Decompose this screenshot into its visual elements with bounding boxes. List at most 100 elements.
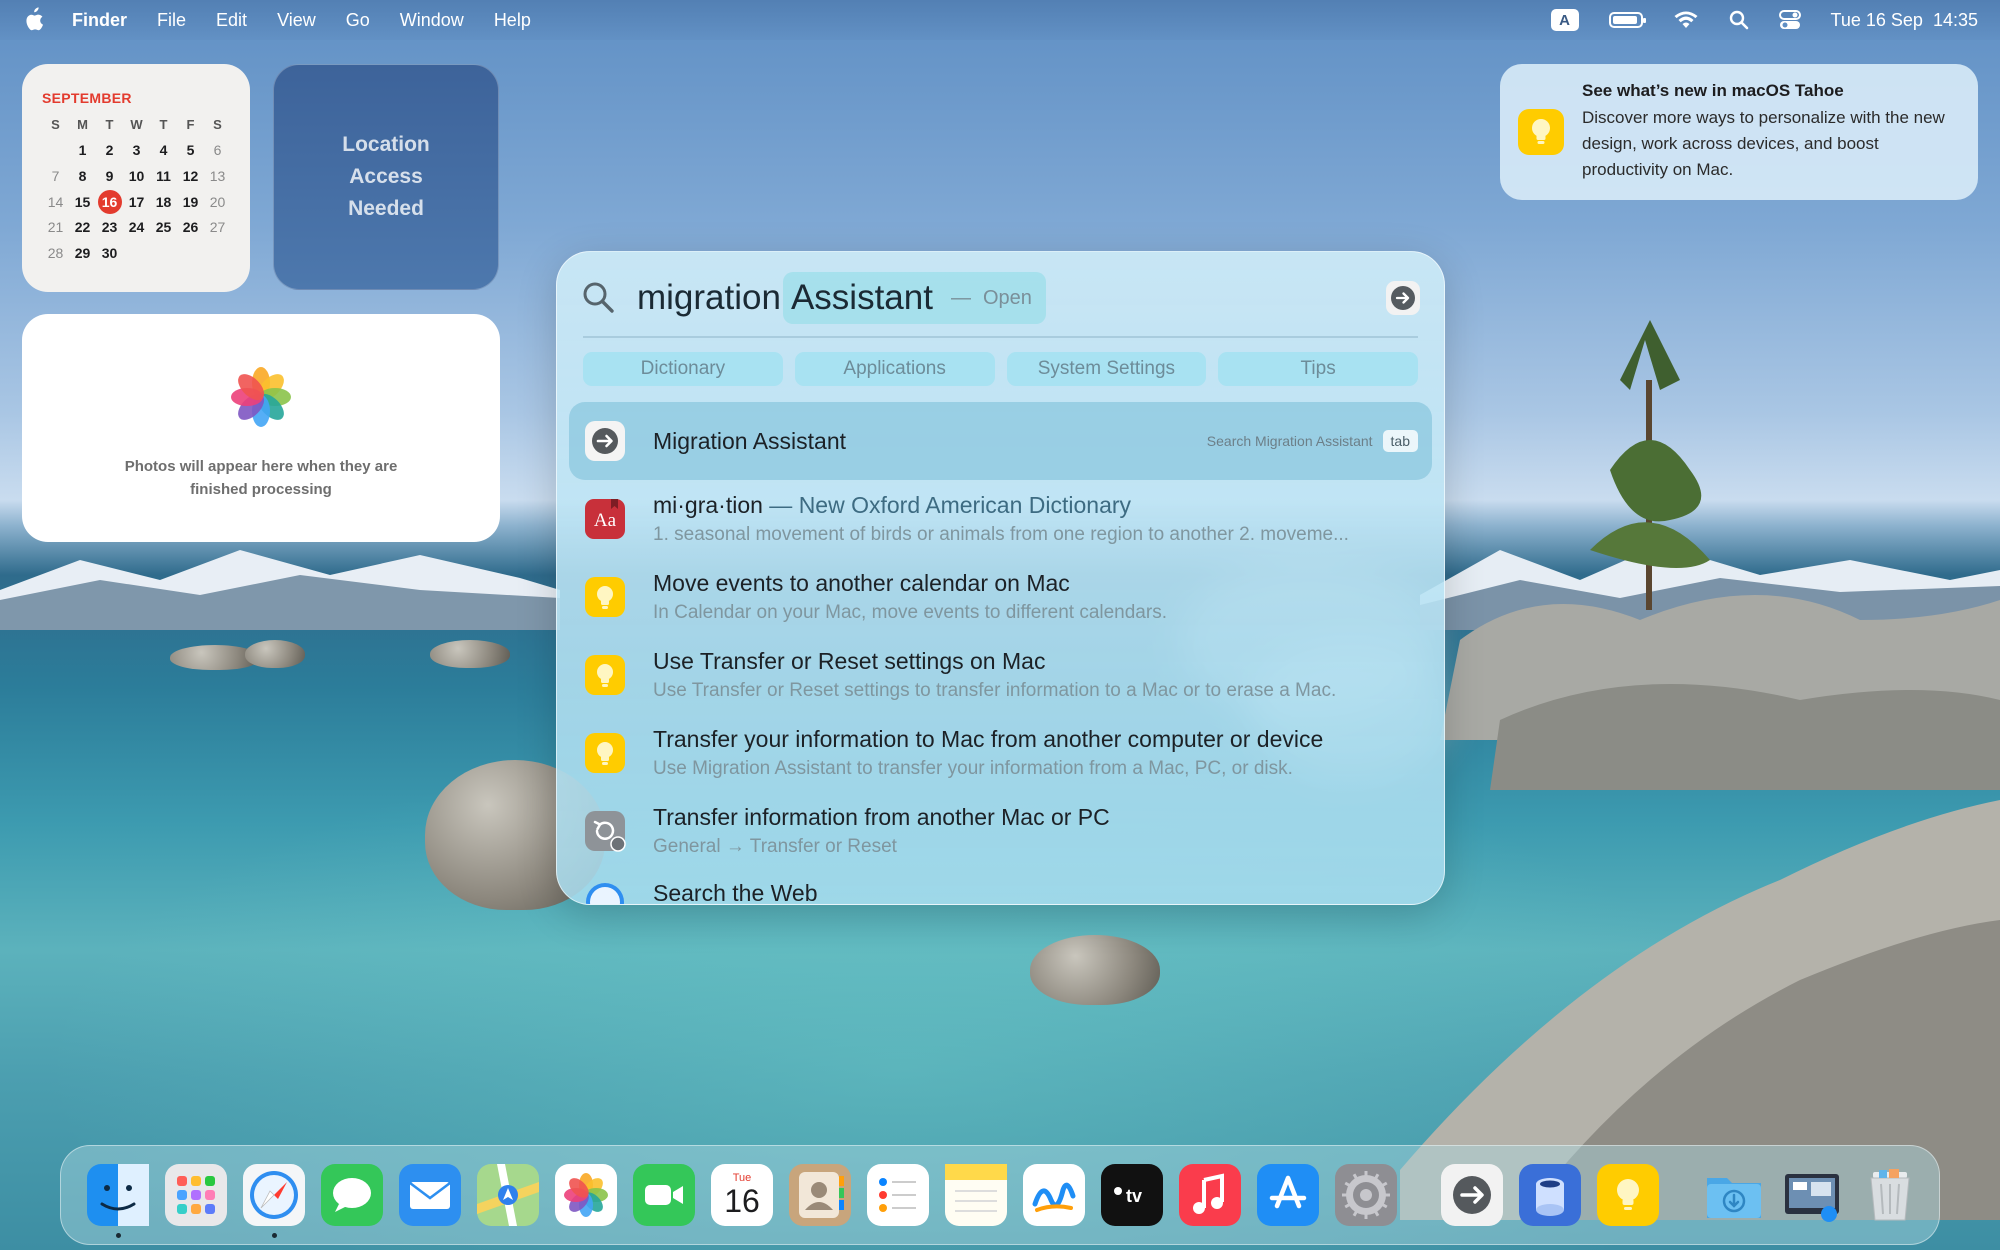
calendar-day: 24 [128, 219, 145, 236]
tips-icon[interactable] [1597, 1164, 1659, 1226]
messages-icon[interactable] [321, 1164, 383, 1226]
calendar-weekday: F [186, 117, 195, 133]
search-query[interactable]: migration [637, 278, 781, 318]
photos-widget-text: Photos will appear here when they are fi… [124, 458, 398, 498]
chip-applications[interactable]: Applications [794, 352, 995, 386]
calendar-day: 1 [78, 142, 87, 159]
tips-title: See what’s new in macOS Tahoe [1582, 81, 1844, 100]
notes-icon[interactable] [945, 1164, 1007, 1226]
running-indicator [116, 1233, 121, 1238]
calendar-icon[interactable]: Tue 16 [711, 1164, 773, 1226]
maps-icon[interactable] [477, 1164, 539, 1226]
result-subtitle: In Calendar on your Mac, move events to … [653, 602, 1167, 623]
app-store-icon[interactable] [1257, 1164, 1319, 1226]
calendar-month: SEPTEMBER [42, 90, 132, 106]
wifi-icon[interactable] [1673, 10, 1699, 30]
reminders-icon[interactable] [867, 1164, 929, 1226]
result-settings-transfer[interactable]: Transfer information from another Mac or… [569, 792, 1432, 870]
photos-icon[interactable] [555, 1164, 617, 1226]
chip-system-settings[interactable]: System Settings [1006, 352, 1207, 386]
launchpad-icon[interactable] [165, 1164, 227, 1226]
location-widget[interactable]: Location Access Needed [273, 64, 499, 290]
menu-file[interactable]: File [157, 10, 186, 31]
calendar-widget[interactable]: SEPTEMBER S M T W T F S 1 2 3 4 5 6 7 8 9 10 11 12 13 14 15 16… [22, 64, 250, 292]
contacts-icon[interactable] [789, 1164, 851, 1226]
calendar-day: 7 [51, 167, 60, 184]
menu-view[interactable]: View [277, 10, 316, 31]
photos-widget[interactable]: Photos will appear here when they are fi… [22, 314, 500, 542]
menu-window[interactable]: Window [400, 10, 464, 31]
music-icon[interactable] [1179, 1164, 1241, 1226]
calendar-day: 5 [186, 142, 195, 159]
calendar-day: 2 [105, 142, 114, 159]
calendar-empty-cell [150, 240, 177, 266]
calendar-day: 23 [101, 219, 118, 236]
calendar-day: 26 [182, 219, 199, 236]
result-subtitle: Use Transfer or Reset settings to transf… [653, 680, 1337, 701]
chip-dictionary[interactable]: Dictionary [583, 352, 783, 386]
menu-help[interactable]: Help [494, 10, 531, 31]
svg-text:tv: tv [1126, 1186, 1142, 1206]
calendar-day: 28 [47, 244, 64, 261]
result-title: Move events to another calendar on Mac [653, 570, 1070, 596]
apple-menu-icon[interactable] [22, 7, 44, 33]
calendar-day: 19 [182, 193, 199, 210]
menu-go[interactable]: Go [346, 10, 370, 31]
calendar-day: 10 [128, 167, 145, 184]
system-settings-icon[interactable] [1335, 1164, 1397, 1226]
running-indicator [272, 1233, 277, 1238]
spotlight-search-icon[interactable] [1729, 10, 1749, 30]
calendar-today: 16 [96, 189, 123, 215]
freeform-icon[interactable] [1023, 1164, 1085, 1226]
result-title: Transfer your information to Mac from an… [653, 726, 1324, 752]
open-button[interactable] [1386, 281, 1420, 315]
tips-icon [583, 653, 627, 697]
input-source-icon[interactable]: A [1550, 9, 1579, 31]
menu-edit[interactable]: Edit [216, 10, 247, 31]
safari-icon[interactable] [243, 1164, 305, 1238]
downloads-folder-icon[interactable] [1703, 1164, 1765, 1226]
result-tip-transfer-info[interactable]: Transfer your information to Mac from an… [569, 714, 1432, 792]
menubar-clock[interactable]: Tue 16 Sep 14:35 [1831, 10, 1978, 31]
menu-finder[interactable]: Finder [72, 10, 127, 31]
control-center-icon[interactable] [1778, 9, 1801, 31]
apple-tv-icon[interactable]: tv [1101, 1164, 1163, 1226]
dock-apps: Tue 16 tv [79, 1164, 1405, 1238]
dictionary-icon: Aa [583, 497, 627, 541]
result-dictionary[interactable]: Aa mi·gra·tion — New Oxford American Dic… [569, 480, 1432, 558]
result-title: Transfer information from another Mac or… [653, 804, 1110, 830]
safari-icon [583, 880, 627, 904]
screenshot-stack-icon[interactable] [1781, 1164, 1843, 1226]
calendar-day: 27 [209, 219, 226, 236]
result-tip-move-events[interactable]: Move events to another calendar on Mac I… [569, 558, 1432, 636]
calendar-day: 21 [47, 219, 64, 236]
result-subtitle: 1. seasonal movement of birds or animals… [653, 524, 1349, 545]
finder-icon[interactable] [87, 1164, 149, 1238]
calendar-day: 29 [74, 244, 91, 261]
mail-icon[interactable] [399, 1164, 461, 1226]
calendar-day: 4 [159, 142, 168, 159]
calendar-day: 15 [74, 193, 91, 210]
result-title: Use Transfer or Reset settings on Mac [653, 648, 1046, 674]
tips-notification[interactable]: See what’s new in macOS Tahoe Discover m… [1500, 64, 1978, 200]
calendar-day: 22 [74, 219, 91, 236]
category-chips: Dictionary Applications System Settings … [583, 352, 1418, 386]
dock-calendar-day: 16 [724, 1183, 760, 1219]
search-completion[interactable]: Assistant — Open [782, 272, 1046, 324]
spotlight-search-field[interactable]: migration Assistant — Open [581, 270, 1420, 326]
calendar-day: 9 [105, 167, 114, 184]
spotlight-panel: migration Assistant — Open Dictionary Ap… [556, 251, 1445, 905]
preview-icon[interactable] [1519, 1164, 1581, 1226]
calendar-empty-cell [123, 240, 150, 266]
battery-icon[interactable] [1608, 12, 1646, 28]
chip-tips[interactable]: Tips [1218, 352, 1418, 386]
trash-icon[interactable] [1859, 1164, 1921, 1226]
result-tip-transfer-reset[interactable]: Use Transfer or Reset settings on Mac Us… [569, 636, 1432, 714]
calendar-weekday: T [105, 117, 114, 133]
result-search-web[interactable]: Search the Web [569, 870, 1432, 904]
facetime-icon[interactable] [633, 1164, 695, 1226]
calendar-day: 14 [47, 193, 64, 210]
result-migration-assistant[interactable]: Migration Assistant Search Migration Ass… [569, 402, 1432, 480]
calendar-grid: S M T W T F S 1 2 3 4 5 6 7 8 9 10 11 12 13 14 15 16 17 18 19 20 21… [42, 112, 230, 266]
migration-assistant-icon[interactable] [1441, 1164, 1503, 1226]
